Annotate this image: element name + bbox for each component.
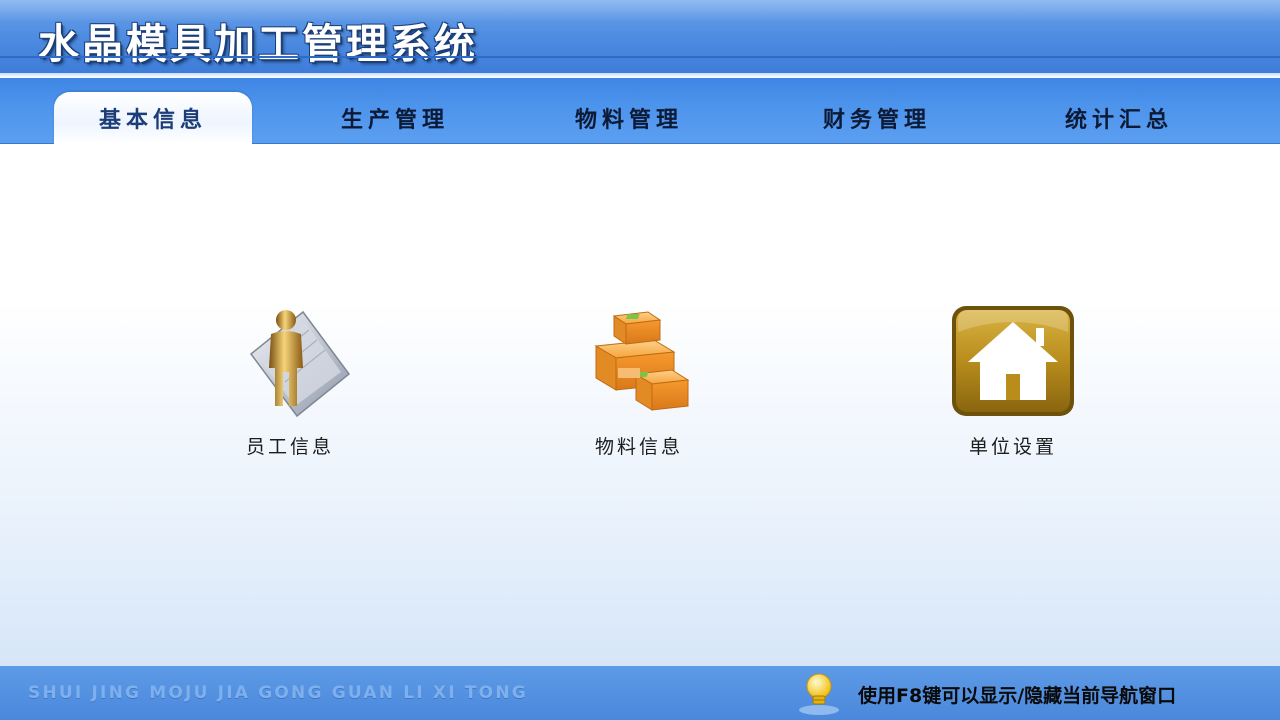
boxes-icon bbox=[574, 302, 704, 420]
main-tab-bar: 基本信息 生产管理 物料管理 财务管理 统计汇总 bbox=[0, 78, 1280, 144]
app-title: 水晶模具加工管理系统 bbox=[38, 20, 478, 68]
employee-info-label: 员工信息 bbox=[245, 436, 334, 458]
title-banner: 水晶模具加工管理系统 bbox=[0, 0, 1280, 78]
footer-pinyin-title: SHUI JING MOJU JIA GONG GUAN LI XI TONG bbox=[28, 683, 528, 703]
employee-person-icon bbox=[225, 302, 355, 420]
material-info-tile[interactable]: 物料信息 bbox=[549, 302, 729, 472]
material-info-label: 物料信息 bbox=[594, 436, 683, 458]
tab-statistics-summary[interactable]: 统计汇总 bbox=[1024, 92, 1214, 144]
tab-basic-info[interactable]: 基本信息 bbox=[54, 92, 252, 144]
tab-production-management[interactable]: 生产管理 bbox=[300, 92, 490, 144]
f8-toggle-hint: 使用F8键可以显示/隐藏当前导航窗口 bbox=[858, 685, 1177, 707]
content-area: 员工信息 物料信息 单位设置 bbox=[0, 144, 1280, 666]
tab-material-management[interactable]: 物料管理 bbox=[534, 92, 724, 144]
status-footer: SHUI JING MOJU JIA GONG GUAN LI XI TONG … bbox=[0, 666, 1280, 720]
unit-settings-label: 单位设置 bbox=[968, 436, 1057, 458]
employee-info-tile[interactable]: 员工信息 bbox=[200, 302, 380, 472]
lightbulb-icon bbox=[796, 670, 842, 716]
unit-settings-tile[interactable]: 单位设置 bbox=[923, 302, 1103, 472]
banner-divider bbox=[0, 56, 1280, 58]
house-icon bbox=[948, 302, 1078, 420]
tab-finance-management[interactable]: 财务管理 bbox=[782, 92, 972, 144]
